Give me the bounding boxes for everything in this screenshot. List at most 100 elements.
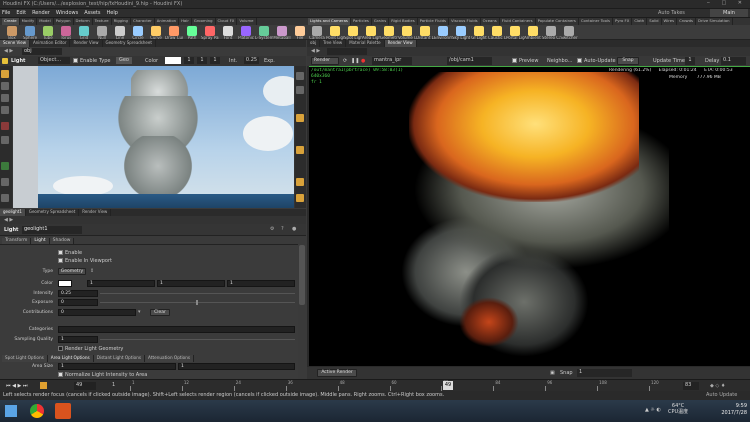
tray-icons[interactable]: ▲ ☼ ◐ — [645, 407, 661, 413]
neighbor-menu[interactable]: Neighbo... — [547, 58, 572, 64]
auto-update-status[interactable]: Auto Update — [706, 392, 737, 398]
viewport-canvas[interactable] — [13, 66, 294, 208]
light-display-icon[interactable] — [296, 114, 304, 122]
key-icons[interactable]: ◆ ◇ ♦ — [710, 383, 725, 389]
color-swatch[interactable] — [165, 57, 181, 64]
refresh-icon[interactable]: ⟳ — [343, 58, 347, 64]
back-icon[interactable]: ◀ ▶ — [4, 48, 13, 54]
view-tool-icon[interactable] — [1, 162, 9, 170]
color-g-field[interactable]: 1 — [157, 280, 225, 287]
shelf-tab[interactable]: Particles — [351, 18, 372, 25]
menu-item[interactable]: File — [2, 10, 10, 16]
pane-tab[interactable]: Render View — [70, 40, 103, 47]
shelf-tab[interactable]: Populate Containers — [536, 18, 579, 25]
shelf-tab[interactable]: Grains — [372, 18, 390, 25]
shelf-tab[interactable]: Cloud FX — [216, 18, 238, 25]
shelf-tool[interactable]: Platonic — [237, 25, 255, 40]
shelf-tab[interactable]: Particle Fluids — [418, 18, 449, 25]
pane-tab[interactable]: geolight1 — [0, 209, 26, 216]
shelf-tool[interactable]: Environment — [434, 25, 452, 40]
clock[interactable]: 9:59 2017/7/28 — [715, 403, 747, 417]
shelf-tab[interactable]: Lights and Cameras — [308, 18, 351, 25]
shelf-tab[interactable]: Grooming — [192, 18, 216, 25]
shelf-tool[interactable]: Ambient Lig — [524, 25, 542, 40]
shelf-tab[interactable]: Cloth — [632, 18, 648, 25]
shelf-tool[interactable]: Font — [219, 25, 237, 40]
help-icon[interactable]: ? — [281, 226, 284, 232]
shelf-tab[interactable]: Pyro FX — [613, 18, 633, 25]
windows-start-icon[interactable] — [5, 405, 17, 417]
node-name-field[interactable]: geolight1 — [22, 226, 82, 234]
shelf-tool[interactable]: Circle — [129, 25, 147, 40]
shelf-tab[interactable]: Oceans — [481, 18, 500, 25]
snap-tool-icon[interactable] — [1, 178, 9, 186]
pane-tab[interactable]: obj — [307, 40, 321, 47]
exposure-slider-handle[interactable] — [196, 300, 198, 305]
intensity-field[interactable]: 0.25 — [58, 290, 98, 297]
stop-icon[interactable]: ● — [361, 58, 365, 64]
render-canvas[interactable]: /out/mantra1(pbrtrace) 09:58:03(1) 640x3… — [309, 66, 750, 366]
lock-icon[interactable] — [296, 194, 304, 202]
color-g[interactable]: 1 — [197, 57, 207, 64]
snapshot-icon[interactable]: ▣ — [550, 370, 555, 376]
shelf-tool[interactable]: Switcher — [560, 25, 578, 40]
back-icon[interactable]: ◀ ▶ — [311, 48, 320, 54]
shelf-tab[interactable]: Fluid Containers — [500, 18, 536, 25]
camera-icon[interactable] — [296, 178, 304, 186]
chrome-icon[interactable] — [30, 404, 44, 418]
pane-tab[interactable]: Render View — [384, 40, 417, 47]
pane-tab[interactable]: Attenuation Options — [145, 355, 195, 362]
render-button[interactable]: Render — [311, 57, 339, 65]
pane-tab[interactable]: Geometry Spreadsheet — [26, 209, 80, 216]
shelf-tab[interactable]: Crowds — [677, 18, 697, 25]
type-dropdown[interactable]: Geometry — [58, 268, 86, 275]
shelf-tool[interactable]: Draw Curve — [165, 25, 183, 40]
clear-button[interactable]: Clear — [150, 309, 170, 316]
shelf-tab[interactable]: Texture — [93, 18, 112, 25]
network-path[interactable]: obj — [22, 48, 62, 55]
contrib-field[interactable]: 0 — [58, 309, 136, 316]
shelf-tab[interactable]: Viscous Fluids — [449, 18, 481, 25]
contrib-menu-icon[interactable]: ▾ — [138, 308, 141, 317]
display-icon[interactable] — [296, 72, 304, 80]
shelf-tool[interactable]: Line — [111, 25, 129, 40]
select-tool-icon[interactable] — [1, 70, 9, 78]
sampling-slider[interactable] — [100, 339, 295, 340]
shelf-tool[interactable]: Curve — [147, 25, 165, 40]
start-frame[interactable]: 1 — [112, 382, 115, 388]
enable-toggle[interactable]: Enable — [73, 58, 97, 64]
shelf-tool[interactable]: GI Light — [470, 25, 488, 40]
categories-field[interactable] — [58, 326, 295, 333]
shelf-tab[interactable]: Modify — [20, 18, 38, 25]
render-geo-toggle[interactable]: Render Light Geometry — [58, 345, 123, 354]
shelf-tab[interactable]: Character — [131, 18, 155, 25]
pause-icon[interactable]: ❚❚ — [351, 58, 359, 64]
pane-tab[interactable]: Distant Light Options — [93, 355, 146, 362]
shelf-tool[interactable]: Path — [183, 25, 201, 40]
shelf-tool[interactable]: Metaball — [273, 25, 291, 40]
color-r-field[interactable]: 1 — [87, 280, 155, 287]
pane-tab[interactable]: Area Light Options — [47, 355, 94, 362]
shelf-tool[interactable]: Sphere — [21, 25, 39, 40]
area-size-y[interactable]: 1 — [178, 363, 295, 370]
shelf-tab[interactable]: Volume — [237, 18, 257, 25]
color-r[interactable]: 1 — [184, 57, 194, 64]
end-frame-field[interactable]: 83 — [683, 382, 699, 390]
shelf-tab[interactable]: Hair — [179, 18, 192, 25]
shelf-tool[interactable]: Point Light — [326, 25, 344, 40]
pin-icon[interactable]: ● — [292, 226, 296, 232]
area-size-x[interactable]: 1 — [58, 363, 176, 370]
menu-item[interactable]: Windows — [56, 10, 78, 16]
shelf-tab[interactable]: Create — [2, 18, 20, 25]
camera-field[interactable]: /obj/cam1 — [447, 57, 492, 65]
shelf-tool[interactable]: Spray Paint — [201, 25, 219, 40]
shading-icon[interactable] — [296, 146, 304, 154]
exposure-field[interactable]: 0 — [58, 299, 98, 306]
auto-takes-label[interactable]: Auto Takes — [658, 10, 685, 16]
shelf-tool[interactable]: Distant Light — [416, 25, 434, 40]
param-scrollbar[interactable] — [299, 245, 305, 305]
pane-tab[interactable]: Tree View — [320, 40, 347, 47]
pane-tab[interactable]: Animation Editor — [30, 40, 71, 47]
shelf-tab[interactable]: Rigging — [112, 18, 131, 25]
back-icon[interactable]: ◀ ▶ — [4, 217, 13, 223]
